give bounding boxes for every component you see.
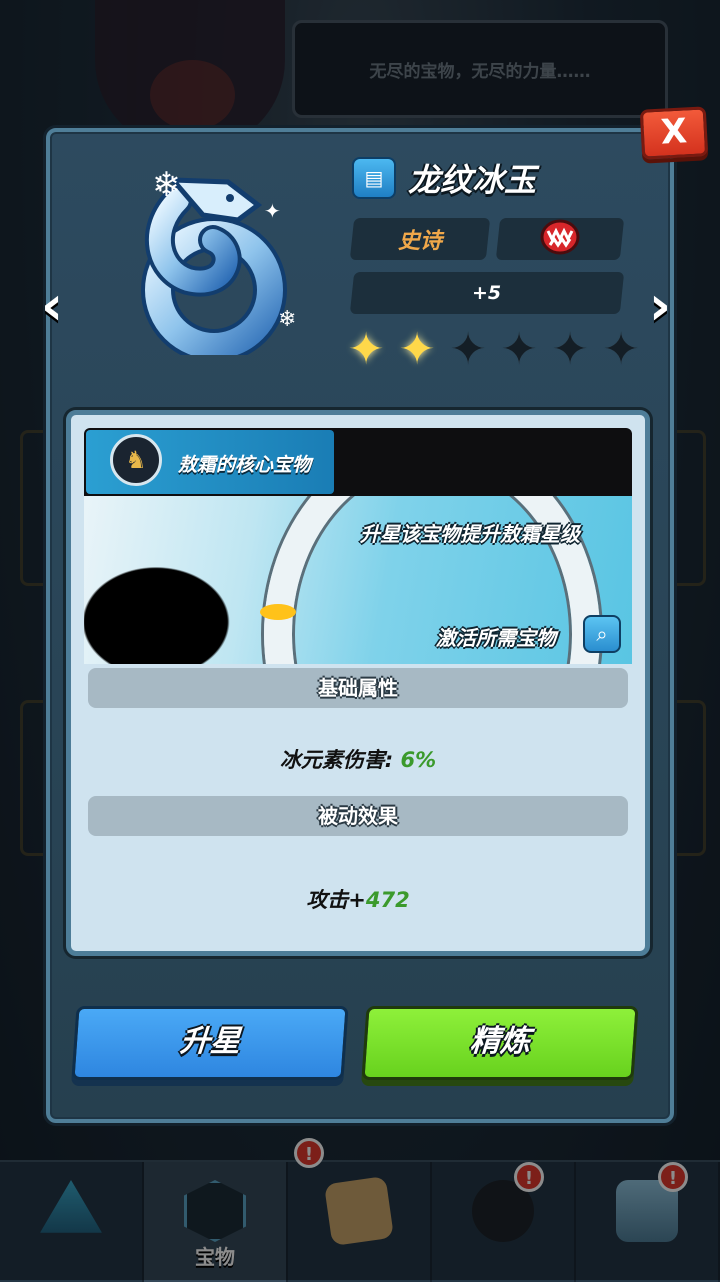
refine-button[interactable]: 精炼: [361, 1006, 639, 1080]
passive-effect-label: 攻击+: [306, 888, 366, 912]
next-arrow-icon[interactable]: ›: [640, 278, 680, 334]
rarity-badge: 史诗: [349, 218, 491, 260]
star-filled-icon: ✦: [347, 324, 385, 375]
base-attribute-label: 冰元素伤害:: [279, 748, 394, 772]
base-attribute-line: 冰元素伤害: 6%: [88, 744, 628, 774]
class-badge: [495, 218, 625, 260]
book-icon[interactable]: ▤: [352, 157, 396, 199]
rarity-label: 史诗: [397, 229, 442, 254]
level-badge: +5: [349, 272, 625, 314]
passive-effect-header: 被动效果: [88, 796, 628, 836]
upgrade-star-button[interactable]: 升星: [71, 1006, 349, 1080]
passive-effect-line: 攻击+472: [88, 884, 628, 914]
ice-dragon-jade-icon: ❄ ❄ ✦: [141, 165, 296, 355]
search-icon[interactable]: ⌕: [583, 615, 621, 653]
core-title: 敖霜的核心宝物: [178, 454, 312, 476]
star-filled-icon: ✦: [398, 324, 436, 375]
hero-avatar-icon[interactable]: ♞: [110, 434, 162, 486]
passive-effect-value: 472: [365, 888, 410, 912]
item-title-row: ▤ 龙纹冰玉: [352, 156, 536, 200]
star-empty-icon: ✦: [449, 324, 487, 375]
star-empty-icon: ✦: [551, 324, 589, 375]
close-button[interactable]: X: [639, 106, 709, 160]
fanged-monster-icon: [540, 219, 580, 259]
core-banner-text: 升星该宝物提升敖霜星级: [360, 522, 580, 546]
star-empty-icon: ✦: [602, 324, 640, 375]
svg-text:❄: ❄: [152, 165, 181, 205]
item-level: +5: [472, 282, 502, 304]
hero-eye-art: [260, 604, 296, 620]
base-attributes-header: 基础属性: [88, 668, 628, 708]
svg-text:✦: ✦: [264, 199, 281, 223]
prev-arrow-icon[interactable]: ‹: [32, 278, 72, 334]
base-attribute-value: 6%: [400, 748, 437, 772]
star-empty-icon: ✦: [500, 324, 538, 375]
item-name: 龙纹冰玉: [408, 161, 537, 199]
hero-art: [84, 496, 324, 664]
svg-text:❄: ❄: [278, 307, 296, 332]
required-treasures-label: 激活所需宝物: [436, 626, 556, 650]
star-rating: ✦ ✦ ✦ ✦ ✦ ✦: [344, 328, 643, 372]
